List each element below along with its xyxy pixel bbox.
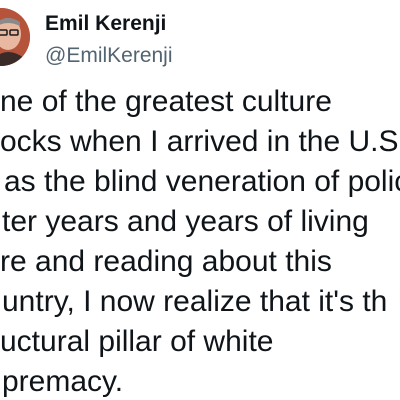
tweet-line: as the blind veneration of polic xyxy=(4,165,400,198)
tweet-line: ocks when I arrived in the U.S xyxy=(0,125,399,158)
tweet-screenshot: Emil Kerenji @EmilKerenji ne of the grea… xyxy=(0,0,400,400)
tweet-line: ne of the greatest culture xyxy=(0,85,332,118)
tweet-line: untry, I now realize that it's th xyxy=(2,285,388,318)
tweet-line: ter years and years of living xyxy=(2,205,369,238)
tweet-text: ne of the greatest culture ocks when I a… xyxy=(0,82,400,400)
tweet-line: re and reading about this xyxy=(0,245,332,278)
user-handle[interactable]: @EmilKerenji xyxy=(45,44,173,68)
display-name[interactable]: Emil Kerenji xyxy=(45,12,166,36)
avatar-photo xyxy=(0,8,30,66)
avatar[interactable] xyxy=(0,8,30,66)
tweet-line: premacy. xyxy=(2,365,124,398)
tweet-line: uctural pillar of white xyxy=(0,325,274,358)
